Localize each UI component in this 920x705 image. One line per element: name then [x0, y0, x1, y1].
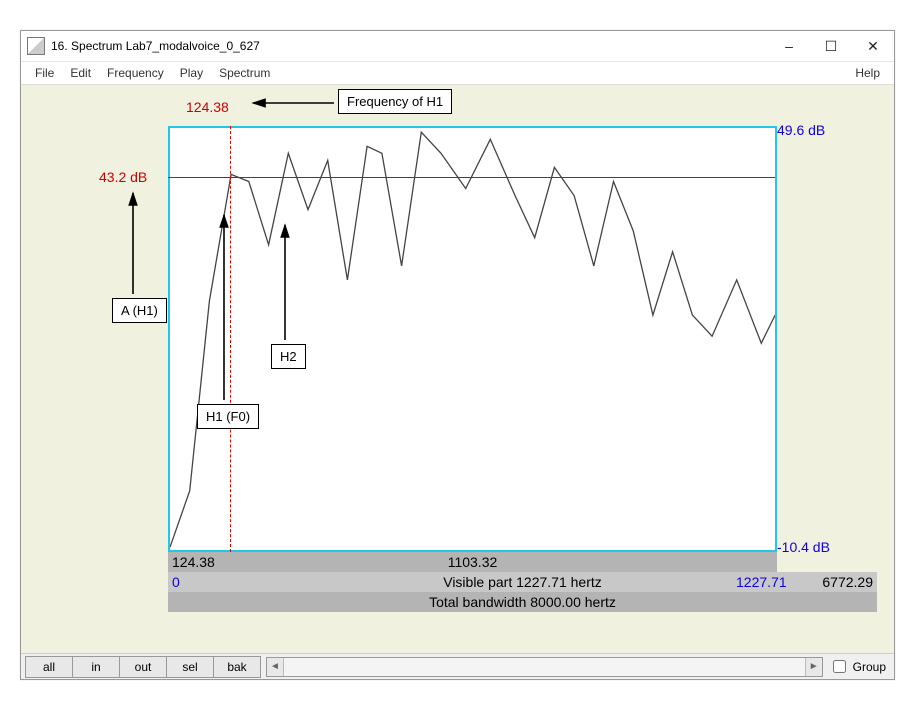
menu-bar: File Edit Frequency Play Spectrum Help [21, 62, 894, 85]
menu-edit[interactable]: Edit [62, 66, 99, 80]
cursor-amplitude-label: 43.2 dB [99, 169, 147, 185]
menu-help[interactable]: Help [847, 66, 888, 80]
menu-spectrum[interactable]: Spectrum [211, 66, 278, 80]
out-button[interactable]: out [119, 656, 167, 678]
scroll-right-arrow-icon[interactable]: ► [805, 658, 822, 676]
crosshair-vertical [230, 126, 231, 552]
all-button[interactable]: all [25, 656, 73, 678]
in-button[interactable]: in [72, 656, 120, 678]
menu-frequency[interactable]: Frequency [99, 66, 172, 80]
group-checkbox[interactable]: Group [829, 657, 890, 676]
annotation-freq-h1: Frequency of H1 [338, 89, 452, 114]
window-title: 16. Spectrum Lab7_modalvoice_0_627 [51, 39, 768, 53]
app-icon [27, 37, 45, 55]
cursor-frequency-label: 124.38 [186, 99, 229, 115]
bandwidth-remainder: 6772.29 [822, 572, 873, 592]
scroll-left-arrow-icon[interactable]: ◄ [267, 658, 284, 676]
bottom-toolbar: all in out sel bak ◄ ► Group [21, 653, 894, 679]
annotation-h1-f0: H1 (F0) [197, 404, 259, 429]
crosshair-horizontal [168, 177, 775, 178]
group-checkbox-label: Group [853, 660, 886, 674]
work-area: 124.38 43.2 dB 49.6 dB -10.4 dB 124.38 1… [21, 85, 894, 653]
visible-end: 1227.71 [736, 572, 787, 592]
minimize-button[interactable]: – [768, 31, 810, 61]
menu-file[interactable]: File [27, 66, 62, 80]
info-row-selection: 124.38 1103.32 [168, 552, 777, 572]
amplitude-min-label: -10.4 dB [777, 539, 830, 555]
group-checkbox-input[interactable] [833, 660, 846, 673]
title-bar: 16. Spectrum Lab7_modalvoice_0_627 – ☐ ✕ [21, 31, 894, 62]
annotation-a-h1: A (H1) [112, 298, 167, 323]
info-row-total: Total bandwidth 8000.00 hertz [168, 592, 877, 612]
spectrum-plot[interactable] [168, 126, 777, 552]
horizontal-scrollbar[interactable]: ◄ ► [266, 657, 823, 677]
maximize-button[interactable]: ☐ [810, 31, 852, 61]
bak-button[interactable]: bak [213, 656, 261, 678]
spectrum-curve [170, 128, 775, 550]
app-window: 16. Spectrum Lab7_modalvoice_0_627 – ☐ ✕… [20, 30, 895, 680]
annotation-h2: H2 [271, 344, 306, 369]
total-bandwidth-label: Total bandwidth 8000.00 hertz [168, 592, 877, 612]
info-row-visible: 0 Visible part 1227.71 hertz 1227.71 677… [168, 572, 877, 592]
amplitude-max-label: 49.6 dB [777, 122, 825, 138]
scroll-track[interactable] [284, 658, 805, 676]
sel-button[interactable]: sel [166, 656, 214, 678]
close-button[interactable]: ✕ [852, 31, 894, 61]
selection-center: 1103.32 [168, 552, 777, 572]
menu-play[interactable]: Play [172, 66, 211, 80]
